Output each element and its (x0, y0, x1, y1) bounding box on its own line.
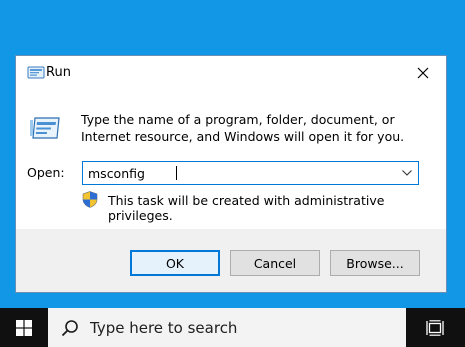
title-bar[interactable]: Run (16, 56, 446, 92)
run-icon (26, 65, 46, 81)
description-text: Type the name of a program, folder, docu… (81, 112, 405, 144)
close-button[interactable] (400, 56, 446, 90)
shield-icon (82, 191, 98, 208)
dialog-title: Run (46, 65, 71, 80)
open-combobox[interactable] (82, 161, 419, 185)
cancel-button[interactable]: Cancel (230, 250, 320, 276)
chevron-down-icon (402, 170, 412, 176)
close-icon (417, 67, 429, 79)
browse-button[interactable]: Browse... (330, 250, 420, 276)
run-large-icon (29, 112, 63, 142)
open-input[interactable] (83, 162, 393, 184)
taskbar: Type here to search (0, 308, 465, 347)
search-placeholder: Type here to search (90, 319, 238, 337)
text-cursor (176, 166, 177, 180)
dropdown-button[interactable] (396, 162, 418, 184)
search-icon (61, 319, 79, 337)
ok-button[interactable]: OK (130, 250, 220, 276)
task-view-button[interactable] (418, 308, 452, 347)
task-view-icon (426, 319, 444, 336)
open-label: Open: (27, 165, 65, 180)
windows-logo-icon (16, 319, 32, 336)
admin-privileges-note: This task will be created with administr… (108, 193, 385, 223)
start-button[interactable] (0, 308, 48, 347)
button-bar: OK Cancel Browse... (16, 229, 446, 292)
run-dialog: Run Type the name of a program, folder, … (15, 55, 447, 293)
taskbar-search-box[interactable]: Type here to search (48, 308, 406, 347)
